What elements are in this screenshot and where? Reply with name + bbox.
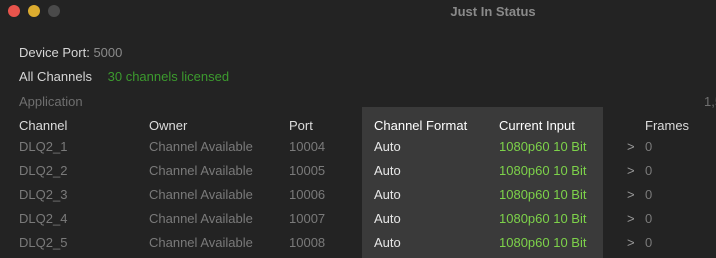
- cell-channel-format[interactable]: Auto: [374, 235, 401, 250]
- cell-current-input: 1080p60 10 Bit: [499, 187, 587, 202]
- all-channels-line: All Channels 30 channels licensed: [19, 69, 229, 84]
- cell-port: 10008: [289, 235, 326, 250]
- cell-channel-format[interactable]: Auto: [374, 211, 401, 226]
- cell-port: 10006: [289, 187, 326, 202]
- cell-port: 10007: [289, 211, 326, 226]
- chevron-right-icon[interactable]: >: [627, 139, 635, 154]
- cell-channel: DLQ2_5: [19, 235, 68, 250]
- chevron-right-icon[interactable]: >: [627, 211, 635, 226]
- header-current-input[interactable]: Current Input: [499, 118, 575, 133]
- cell-frames: 0: [645, 163, 653, 178]
- header-owner[interactable]: Owner: [149, 118, 187, 133]
- cell-current-input: 1080p60 10 Bit: [499, 211, 587, 226]
- window-title: Just In Status: [450, 4, 536, 19]
- header-frames[interactable]: Frames: [645, 118, 689, 133]
- cell-channel: DLQ2_4: [19, 211, 68, 226]
- chevron-right-icon[interactable]: >: [627, 235, 635, 250]
- chevron-right-icon[interactable]: >: [627, 187, 635, 202]
- cell-channel-format[interactable]: Auto: [374, 187, 401, 202]
- cell-current-input: 1080p60 10 Bit: [499, 163, 587, 178]
- cell-frames: 0: [645, 211, 653, 226]
- cell-channel-format[interactable]: Auto: [374, 163, 401, 178]
- cell-port: 10005: [289, 163, 326, 178]
- cell-owner: Channel Available: [149, 187, 253, 202]
- cell-port: 10004: [289, 139, 326, 154]
- cell-owner: Channel Available: [149, 211, 253, 226]
- application-right-value: 1,5: [704, 94, 716, 109]
- cell-channel-format[interactable]: Auto: [374, 139, 401, 154]
- cell-frames: 0: [645, 235, 653, 250]
- application-line: Application: [19, 94, 83, 109]
- cell-current-input: 1080p60 10 Bit: [499, 139, 587, 154]
- cell-current-input: 1080p60 10 Bit: [499, 235, 587, 250]
- cell-owner: Channel Available: [149, 163, 253, 178]
- chevron-right-icon[interactable]: >: [627, 163, 635, 178]
- header-channel[interactable]: Channel: [19, 118, 67, 133]
- cell-owner: Channel Available: [149, 235, 253, 250]
- cell-channel: DLQ2_2: [19, 163, 68, 178]
- cell-frames: 0: [645, 187, 653, 202]
- application-label: Application: [19, 94, 83, 109]
- device-port-line: Device Port: 5000: [19, 45, 122, 60]
- all-channels-label[interactable]: All Channels: [19, 69, 92, 84]
- cell-owner: Channel Available: [149, 139, 253, 154]
- cell-frames: 0: [645, 139, 653, 154]
- cell-channel: DLQ2_3: [19, 187, 68, 202]
- license-status: 30 channels licensed: [107, 69, 230, 84]
- header-channel-format[interactable]: Channel Format: [374, 118, 467, 133]
- device-port-value: 5000: [93, 45, 123, 60]
- title-bar: Just In Status: [0, 0, 716, 24]
- cell-channel: DLQ2_1: [19, 139, 68, 154]
- header-port[interactable]: Port: [289, 118, 313, 133]
- device-port-label: Device Port:: [19, 45, 90, 60]
